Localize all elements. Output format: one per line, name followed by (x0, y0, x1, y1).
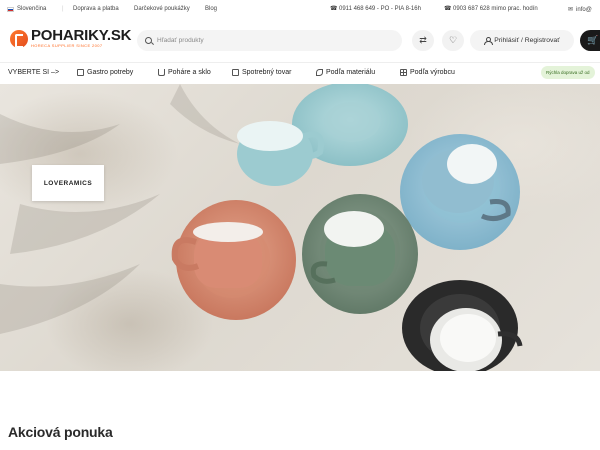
box-icon (232, 69, 239, 76)
slovak-flag-icon (7, 6, 14, 12)
search-input[interactable] (157, 37, 397, 44)
email-link[interactable]: ✉ info@ (568, 6, 592, 14)
compare-button[interactable]: ⇄ (412, 30, 434, 51)
nav-item-manufacturer[interactable]: Podľa výrobcu (400, 69, 455, 76)
gift-vouchers-link[interactable]: Darčekové poukážky (134, 6, 190, 12)
language-selector[interactable]: Slovenčina (7, 6, 46, 12)
nav-item-gastro[interactable]: Gastro potreby (77, 69, 133, 76)
nav-item-material[interactable]: Podľa materiálu (316, 69, 375, 76)
login-label: Prihlásiť / Registrovať (494, 37, 560, 44)
user-icon (484, 37, 494, 45)
material-icon (316, 69, 323, 76)
nav-item-label: Spotrebný tovar (242, 69, 292, 76)
phone-icon (330, 5, 337, 12)
top-bar: Slovenčina | Doprava a platba Darčekové … (0, 0, 600, 20)
brand-tag[interactable]: LOVERAMICS (32, 165, 104, 201)
section-title: Akciová ponuka (8, 424, 113, 440)
compare-icon: ⇄ (419, 35, 427, 45)
search-bar[interactable] (137, 30, 402, 51)
nav-item-label: Podľa materiálu (326, 69, 376, 76)
phone-1-text: 0911 468 649 - PO - PIA 8-16h (339, 6, 421, 12)
hero-image (0, 84, 523, 371)
nav-item-label: Poháre a sklo (168, 69, 211, 76)
nav-select-label: VYBERTE SI –> (8, 69, 60, 76)
manufacturer-icon (400, 69, 407, 76)
nav-item-glasses[interactable]: Poháre a sklo (158, 69, 211, 76)
phone-2[interactable]: 0903 687 628 mimo prac. hodín (444, 5, 538, 12)
login-button[interactable]: Prihlásiť / Registrovať (470, 30, 574, 51)
logo-name: POHARIKY.SK (31, 27, 132, 44)
glass-icon (158, 69, 165, 76)
shipping-badge: Rýchla doprava už od (541, 66, 595, 79)
hero-banner[interactable]: LOVERAMICS (0, 84, 600, 371)
language-label: Slovenčina (17, 6, 47, 12)
shipping-link[interactable]: Doprava a platba (73, 6, 119, 12)
logo[interactable]: POHARIKY.SK HORECA SUPPLIER SINCE 2007 (10, 27, 132, 48)
divider: | (62, 6, 64, 12)
phone-2-text: 0903 687 628 mimo prac. hodín (453, 6, 538, 12)
cart-button[interactable]: 🛒 (580, 30, 600, 51)
email-text: info@ (576, 6, 592, 13)
phone-icon (444, 5, 451, 12)
nav-item-label: Gastro potreby (87, 69, 134, 76)
main-nav: VYBERTE SI –> Gastro potreby Poháre a sk… (0, 62, 600, 84)
phone-1[interactable]: 0911 468 649 - PO - PIA 8-16h (330, 5, 421, 12)
mail-icon: ✉ (568, 7, 574, 13)
wishlist-button[interactable]: ♡ (442, 30, 464, 51)
heart-icon: ♡ (448, 35, 458, 45)
logo-icon (10, 29, 28, 48)
cart-icon: 🛒 (587, 35, 599, 45)
nav-item-consumables[interactable]: Spotrebný tovar (232, 69, 291, 76)
blog-link[interactable]: Blog (205, 6, 217, 12)
nav-item-label: Podľa výrobcu (410, 69, 455, 76)
search-icon (145, 37, 152, 44)
logo-tagline: HORECA SUPPLIER SINCE 2007 (31, 43, 103, 48)
utensils-icon (77, 69, 84, 76)
